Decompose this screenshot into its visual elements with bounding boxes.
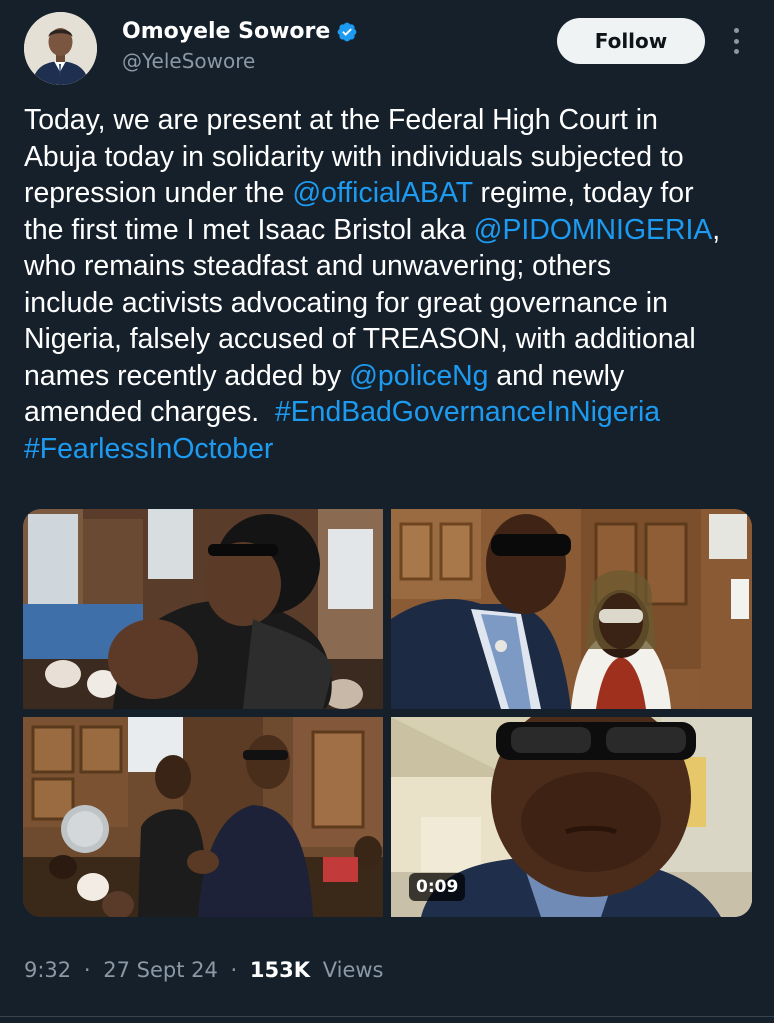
video-duration-badge: 0:09 (409, 873, 466, 901)
author-display-name[interactable]: Omoyele Sowore (122, 18, 330, 46)
tweet-text-line: names recently added by @policeNg and ne… (24, 358, 756, 395)
mention-link[interactable]: @officialABAT (292, 177, 472, 209)
verified-badge-icon (337, 22, 357, 42)
tweet-text-line: amended charges. #EndBadGovernanceInNige… (24, 394, 756, 431)
media-video-selfie[interactable]: 0:09 (391, 717, 752, 917)
tweet-time[interactable]: 9:32 (24, 958, 71, 982)
tweet-text: Today, we are present at the Federal Hig… (24, 102, 756, 467)
mention-link[interactable]: @policeNg (349, 360, 488, 392)
author-handle[interactable]: @YeleSowore (122, 48, 255, 74)
tweet-text-line: the first time I met Isaac Bristol aka @… (24, 212, 756, 249)
views-count: 153K (249, 958, 311, 982)
tweet-text-segment: who remains steadfast and unwavering; ot… (24, 250, 612, 282)
meta-separator: · (230, 958, 238, 982)
follow-button[interactable]: Follow (557, 18, 705, 64)
hashtag-link[interactable]: #FearlessInOctober (24, 433, 273, 465)
tweet-text-segment: regime, today for (472, 177, 694, 209)
media-photo-hug[interactable] (23, 509, 383, 709)
divider (0, 1016, 774, 1017)
tweet-text-segment: names recently added by (24, 359, 350, 392)
tweet-text-segment: Abuja today in solidarity with individua… (24, 140, 684, 173)
tweet-text-line: Nigeria, falsely accused of TREASON, wit… (24, 321, 756, 358)
views-label: Views (322, 958, 384, 982)
avatar-image (24, 12, 97, 85)
tweet-text-line: #FearlessInOctober (24, 431, 756, 468)
tweet-text-segment: and newly (488, 359, 625, 392)
tweet-text-segment: include activists advocating for great g… (24, 286, 668, 319)
tweet-text-line: Abuja today in solidarity with individua… (24, 139, 756, 176)
tweet-date[interactable]: 27 Sept 24 (103, 958, 218, 982)
tweet-text-line: Today, we are present at the Federal Hig… (24, 102, 756, 139)
meta-separator: · (83, 958, 91, 982)
tweet-text-line: include activists advocating for great g… (24, 285, 756, 322)
tweet-text-segment: the first time I met Isaac Bristol aka (24, 213, 474, 246)
tweet-text-segment: Today, we are present at the Federal Hig… (24, 104, 658, 136)
media-photo-courtroom[interactable] (23, 717, 383, 917)
tweet-text-segment: , (712, 213, 721, 246)
tweet-text-segment: amended charges. (24, 396, 275, 428)
author-name-row: Omoyele Sowore (122, 18, 358, 46)
author-avatar[interactable] (24, 12, 97, 85)
tweet-text-segment: Nigeria, falsely accused of TREASON, wit… (24, 323, 696, 355)
hashtag-link[interactable]: #EndBadGovernanceInNigeria (275, 396, 660, 428)
tweet-text-line: who remains steadfast and unwavering; ot… (24, 248, 756, 285)
tweet-text-segment: repression under the (24, 177, 293, 209)
media-photo-selfie[interactable] (391, 509, 752, 709)
mention-link[interactable]: @PIDOMNIGERIA (474, 214, 713, 246)
more-options-icon[interactable] (727, 26, 745, 56)
tweet-text-line: repression under the @officialABAT regim… (24, 175, 756, 212)
tweet-meta-row: 9:32 · 27 Sept 24 · 153K Views (24, 956, 383, 984)
media-grid: 0:09 (23, 509, 752, 917)
